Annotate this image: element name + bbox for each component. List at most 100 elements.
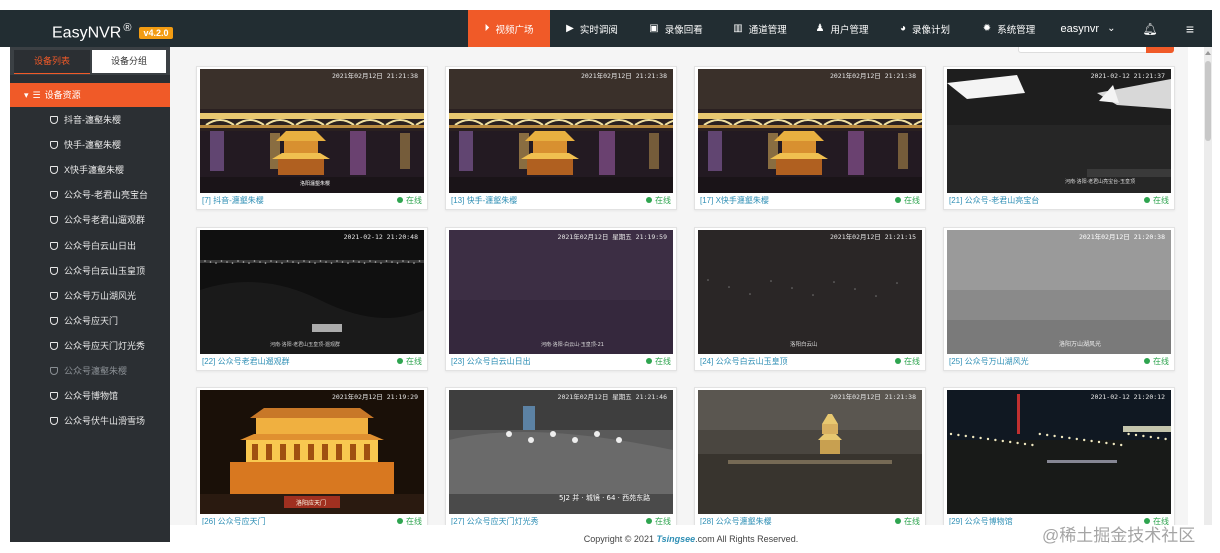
svg-text:2021年02月12日 21:21:15: 2021年02月12日 21:21:15 (830, 232, 916, 241)
video-thumbnail[interactable]: 2021年02月12日 21:21:38 (449, 69, 673, 193)
search-input[interactable] (1018, 47, 1148, 53)
video-thumbnail[interactable]: 洛阳白云山 2021年02月12日 21:21:15 (698, 230, 922, 354)
video-card[interactable]: 2021年02月12日 21:21:38 [17] X快手瀍壑朱樱 在线 (694, 66, 926, 210)
version-badge: v4.2.0 (139, 27, 173, 40)
online-check-icon (895, 358, 901, 364)
channel-caption[interactable]: [24] 公众号白云山玉皇顶 (700, 356, 788, 367)
footer-brand[interactable]: Tsingsee (656, 534, 695, 544)
svg-text:2021-02-12 21:20:48: 2021-02-12 21:20:48 (344, 233, 418, 241)
channel-caption[interactable]: [21] 公众号-老君山亮宝台 (949, 195, 1039, 206)
shield-camera-icon (50, 141, 58, 150)
video-card[interactable]: 2021年02月12日 21:21:38 [28] 公众号瀍壑朱樱 在线 (694, 387, 926, 525)
sidebar-device-item[interactable]: 公众号白云山日出 (50, 238, 136, 254)
sidebar-device-item[interactable]: 公众号应天门灯光秀 (50, 338, 145, 354)
video-thumbnail[interactable]: 5J2 并 · 城镜 · 64 · 西苑东路 2021年02月12日 星期五 21… (449, 390, 673, 514)
sidebar-device-label: 公众号老君山遛观群 (64, 215, 146, 226)
video-card[interactable]: 2021-02-12 21:20:12 [29] 公众号博物馆 在线 (943, 387, 1175, 525)
tab-device-list[interactable]: 设备列表 (14, 50, 90, 74)
video-thumbnail[interactable]: 河南·洛阳·白云山·玉皇顶-21 2021年02月12日 星期五 21:19:59 (449, 230, 673, 354)
channel-caption[interactable]: [28] 公众号瀍壑朱樱 (700, 516, 772, 525)
video-thumbnail[interactable]: 2021年02月12日 21:21:38 (698, 69, 922, 193)
video-thumbnail[interactable]: 河南·洛阳·老君山玉皇顶-遛观群 2021-02-12 21:20:48 (200, 230, 424, 354)
video-thumbnail[interactable]: 2021年02月12日 21:21:38 (698, 390, 922, 514)
top-navbar: EasyNVR ® v4.2.0 ⏵ 视频广场 ▶ 实时调阅 ▣ 录像回看 ▥ 通道管理 ♟… (0, 10, 1212, 47)
video-card[interactable]: 洛阳应天门 2021年02月12日 21:19:29 [26] 公众号应天门 在线 (196, 387, 428, 525)
sidebar-device-item[interactable]: 公众号应天门 (50, 313, 118, 329)
video-card[interactable]: 2021年02月12日 21:21:38 [13] 快手-瀍壑朱樱 在线 (445, 66, 677, 210)
nav-record-plan[interactable]: ◕ 录像计划 (884, 10, 966, 47)
video-thumbnail[interactable]: 河南·洛阳·老君山亮宝台-玉皇顶 2021-02-12 21:21:37 (947, 69, 1171, 193)
shield-camera-icon (50, 291, 58, 300)
sidebar-device-item[interactable]: 公众号-老君山亮宝台 (50, 187, 148, 203)
nav-system-manage[interactable]: ✹ 系统管理 (968, 10, 1050, 47)
sidebar-device-item[interactable]: 公众号老君山遛观群 (50, 212, 145, 228)
watermark: @稀土掘金技术社区 (1042, 526, 1196, 545)
online-check-icon (895, 518, 901, 524)
video-card[interactable]: 河南·洛阳·老君山玉皇顶-遛观群 2021-02-12 21:20:48 [22] … (196, 227, 428, 371)
hamburger-icon[interactable]: ≡ (1178, 10, 1202, 47)
sidebar-device-item[interactable]: 抖音-瀍壑朱樱 (50, 112, 121, 128)
scrollbar-thumb[interactable] (1205, 61, 1211, 141)
svg-text:2021年02月12日 21:21:38: 2021年02月12日 21:21:38 (830, 392, 916, 401)
scroll-up-icon[interactable] (1205, 51, 1211, 55)
film-icon: ▣ (649, 23, 659, 34)
svg-text:2021年02月12日 21:19:29: 2021年02月12日 21:19:29 (332, 392, 418, 401)
sidebar-device-label: 公众号瀍壑朱樱 (64, 366, 128, 376)
svg-text:2021年02月12日 星期五 21:19:59: 2021年02月12日 星期五 21:19:59 (558, 232, 668, 241)
channel-caption[interactable]: [26] 公众号应天门 (202, 516, 266, 525)
search-button[interactable] (1146, 47, 1174, 53)
online-check-icon (397, 518, 403, 524)
svg-text:洛阳应天门: 洛阳应天门 (296, 499, 326, 507)
video-card[interactable]: 洛阳万山湖风光 2021年02月12日 21:20:38 [25] 公众号万山湖风光… (943, 227, 1175, 371)
nav-video-square[interactable]: ⏵ 视频广场 (468, 10, 550, 47)
tab-device-group[interactable]: 设备分组 (92, 50, 166, 73)
status-badge: 在线 (397, 356, 422, 367)
video-card[interactable]: 河南·洛阳·白云山·玉皇顶-21 2021年02月12日 星期五 21:19:59… (445, 227, 677, 371)
status-badge: 在线 (895, 516, 920, 525)
sidebar-device-item[interactable]: 快手-瀍壑朱樱 (50, 137, 121, 153)
status-badge: 在线 (895, 356, 920, 367)
nav-channel-manage[interactable]: ▥ 通道管理 (718, 10, 802, 47)
sidebar-device-item[interactable]: 公众号博物馆 (50, 388, 118, 404)
sidebar-device-label: 公众号-老君山亮宝台 (64, 190, 148, 201)
nav-user-manage[interactable]: ♟ 用户管理 (802, 10, 882, 47)
video-thumbnail[interactable]: 洛阳应天门 2021年02月12日 21:19:29 (200, 390, 424, 514)
sidebar-device-item[interactable]: 公众号瀍壑朱樱 (50, 363, 127, 379)
status-badge: 在线 (646, 516, 671, 525)
sidebar-device-item[interactable]: 公众号伏牛山滑雪场 (50, 413, 145, 429)
brand-logo[interactable]: EasyNVR ® v4.2.0 (52, 10, 173, 47)
video-thumbnail[interactable]: 洛阳万山湖风光 2021年02月12日 21:20:38 (947, 230, 1171, 354)
channel-caption[interactable]: [27] 公众号应天门灯光秀 (451, 516, 539, 525)
sidebar-device-label: 公众号万山湖风光 (64, 290, 137, 301)
bell-icon[interactable]: 🔔︎ (1138, 10, 1162, 47)
sidebar-device-label: 公众号白云山日出 (64, 240, 137, 251)
channel-caption[interactable]: [23] 公众号白云山日出 (451, 356, 531, 367)
sidebar-device-item[interactable]: X快手瀍壑朱樱 (50, 162, 124, 178)
channel-caption[interactable]: [29] 公众号博物馆 (949, 516, 1013, 525)
channel-caption[interactable]: [13] 快手-瀍壑朱樱 (451, 195, 517, 206)
sidebar-device-item[interactable]: 公众号万山湖风光 (50, 288, 136, 304)
nav-live-view[interactable]: ▶ 实时调阅 (552, 10, 632, 47)
channel-caption[interactable]: [22] 公众号老君山遛观群 (202, 356, 290, 367)
online-check-icon (1144, 358, 1150, 364)
list-icon: ☰ (32, 90, 41, 100)
user-menu[interactable]: easynvr ⌄ (1052, 10, 1124, 47)
status-label: 在线 (655, 517, 671, 525)
video-card[interactable]: 洛阳瀍壑朱樱 2021年02月12日 21:21:38 [7] 抖音-瀍壑朱樱 在线 (196, 66, 428, 210)
channel-caption[interactable]: [17] X快手瀍壑朱樱 (700, 195, 769, 206)
scrollbar[interactable] (1204, 47, 1212, 525)
nav-playback[interactable]: ▣ 录像回看 (636, 10, 716, 47)
caret-down-icon: ▾ (24, 90, 29, 100)
tree-root-device-resources[interactable]: ▾ ☰ 设备资源 (10, 83, 170, 107)
status-badge: 在线 (1144, 356, 1169, 367)
video-thumbnail[interactable]: 2021-02-12 21:20:12 (947, 390, 1171, 514)
sidebar-device-item[interactable]: 公众号白云山玉皇顶 (50, 263, 145, 279)
video-card[interactable]: 河南·洛阳·老君山亮宝台-玉皇顶 2021-02-12 21:21:37 [21] … (943, 66, 1175, 210)
channel-caption[interactable]: [25] 公众号万山湖风光 (949, 356, 1029, 367)
video-card[interactable]: 洛阳白云山 2021年02月12日 21:21:15 [24] 公众号白云山玉皇顶 在… (694, 227, 926, 371)
video-thumbnail[interactable]: 洛阳瀍壑朱樱 2021年02月12日 21:21:38 (200, 69, 424, 193)
sidebar-device-label: 公众号白云山玉皇顶 (64, 265, 146, 276)
svg-text:2021年02月12日 星期五 21:21:46: 2021年02月12日 星期五 21:21:46 (558, 392, 668, 401)
video-card[interactable]: 5J2 并 · 城镜 · 64 · 西苑东路 2021年02月12日 星期五 21… (445, 387, 677, 525)
channel-caption[interactable]: [7] 抖音-瀍壑朱樱 (202, 195, 264, 206)
